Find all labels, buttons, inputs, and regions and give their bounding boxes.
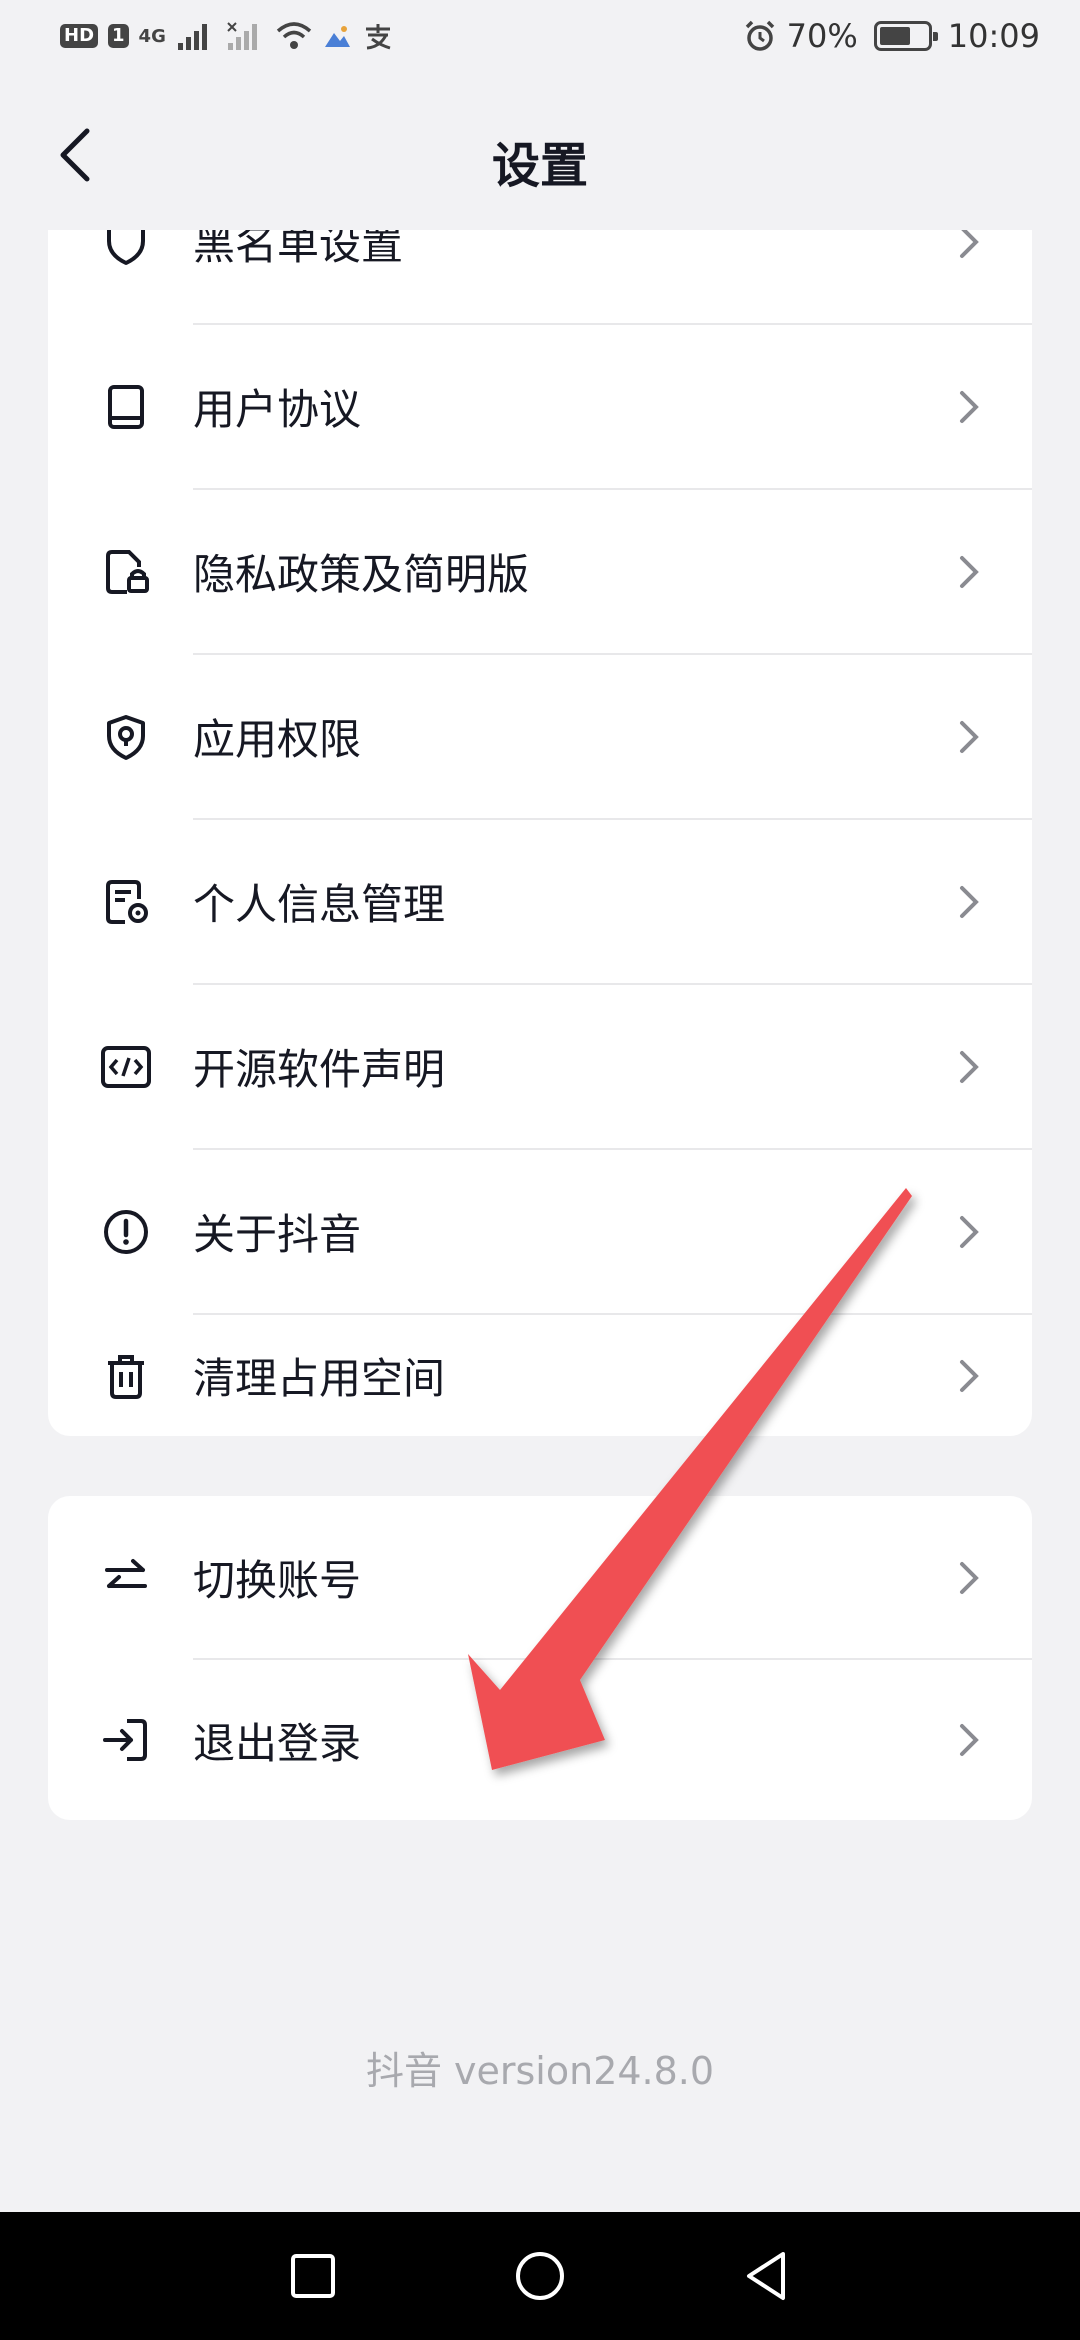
menu-item-label: 开源软件声明 (193, 1045, 446, 1094)
chevron-right-icon (956, 1354, 982, 1398)
shield-icon (98, 230, 154, 270)
page-title: 设置 (491, 138, 588, 194)
logout-icon (98, 1712, 154, 1768)
chevron-right-icon (956, 1210, 982, 1254)
menu-item-label: 用户协议 (193, 385, 362, 434)
system-nav-bar (0, 2212, 1080, 2340)
settings-list[interactable]: 黑名单设置 用户协议 隐私政策及简明版 应用权限 个人信息管理 开源软件声明 关… (0, 230, 1080, 2210)
back-nav-button[interactable] (727, 2236, 807, 2316)
chevron-right-icon (956, 230, 982, 264)
status-right: 70% 10:09 (743, 17, 1040, 55)
battery-level (879, 27, 911, 45)
square-icon (291, 2254, 336, 2298)
wifi-icon (276, 22, 312, 49)
menu-item-label: 隐私政策及简明版 (193, 550, 530, 599)
trash-icon (98, 1348, 154, 1404)
book-icon (98, 379, 154, 435)
gallery-icon (324, 26, 350, 47)
circle-icon (515, 2252, 564, 2300)
menu-item-personal-info[interactable]: 个人信息管理 (48, 820, 1032, 983)
file-lock-icon (98, 544, 154, 600)
alarm-icon (745, 20, 774, 51)
menu-item-label: 清理占用空间 (193, 1354, 446, 1403)
nav-bar: 设置 (0, 100, 1080, 210)
file-settings-icon (98, 874, 154, 930)
menu-item-switch-account[interactable]: 切换账号 (48, 1496, 1032, 1659)
version-label: 抖音 version24.8.0 (365, 2049, 715, 2093)
switch-arrows-icon (98, 1550, 154, 1606)
chevron-right-icon (956, 1718, 982, 1762)
chevron-right-icon (956, 880, 982, 924)
battery-icon (873, 21, 938, 51)
permission-shield-icon (98, 709, 154, 765)
network-type: 4G (138, 25, 166, 47)
menu-item-label: 个人信息管理 (193, 880, 446, 929)
menu-item-about[interactable]: 关于抖音 (48, 1150, 1032, 1313)
menu-item-label: 应用权限 (193, 715, 362, 764)
chevron-right-icon (956, 550, 982, 594)
menu-item-label: 关于抖音 (193, 1210, 362, 1259)
signal-icon (177, 24, 207, 50)
alipay-icon (365, 24, 391, 50)
status-bar: HD 1 4G 70% 10:09 (0, 0, 1080, 72)
battery-percent: 70% (786, 17, 858, 55)
menu-item-user-agreement[interactable]: 用户协议 (48, 325, 1032, 488)
signal-off-icon (227, 22, 257, 50)
clock: 10:09 (947, 17, 1040, 55)
menu-item-app-permissions[interactable]: 应用权限 (48, 655, 1032, 818)
chevron-right-icon (956, 715, 982, 759)
account-card: 切换账号 退出登录 (48, 1496, 1032, 1820)
status-left: HD 1 4G (60, 21, 394, 51)
settings-card: 黑名单设置 用户协议 隐私政策及简明版 应用权限 个人信息管理 开源软件声明 关… (48, 230, 1032, 1436)
menu-item-label: 切换账号 (193, 1556, 362, 1605)
triangle-back-icon (746, 2252, 785, 2300)
menu-item-privacy-policy[interactable]: 隐私政策及简明版 (48, 490, 1032, 653)
chevron-right-icon (956, 385, 982, 429)
chevron-right-icon (956, 1556, 982, 1600)
menu-item-label: 黑名单设置 (193, 230, 404, 269)
chevron-right-icon (956, 1045, 982, 1089)
code-icon (98, 1039, 154, 1095)
menu-item-label: 退出登录 (193, 1718, 362, 1768)
home-button[interactable] (500, 2236, 580, 2316)
recents-button[interactable] (273, 2236, 353, 2316)
menu-item-blocklist[interactable]: 黑名单设置 (48, 230, 1032, 323)
menu-item-logout[interactable]: 退出登录 (48, 1660, 1032, 1820)
sim-badge: 1 (108, 24, 129, 48)
info-alert-icon (98, 1204, 154, 1260)
menu-item-open-source[interactable]: 开源软件声明 (48, 985, 1032, 1148)
hd-badge: HD (60, 24, 99, 48)
menu-item-clear-storage[interactable]: 清理占用空间 (48, 1315, 1032, 1436)
